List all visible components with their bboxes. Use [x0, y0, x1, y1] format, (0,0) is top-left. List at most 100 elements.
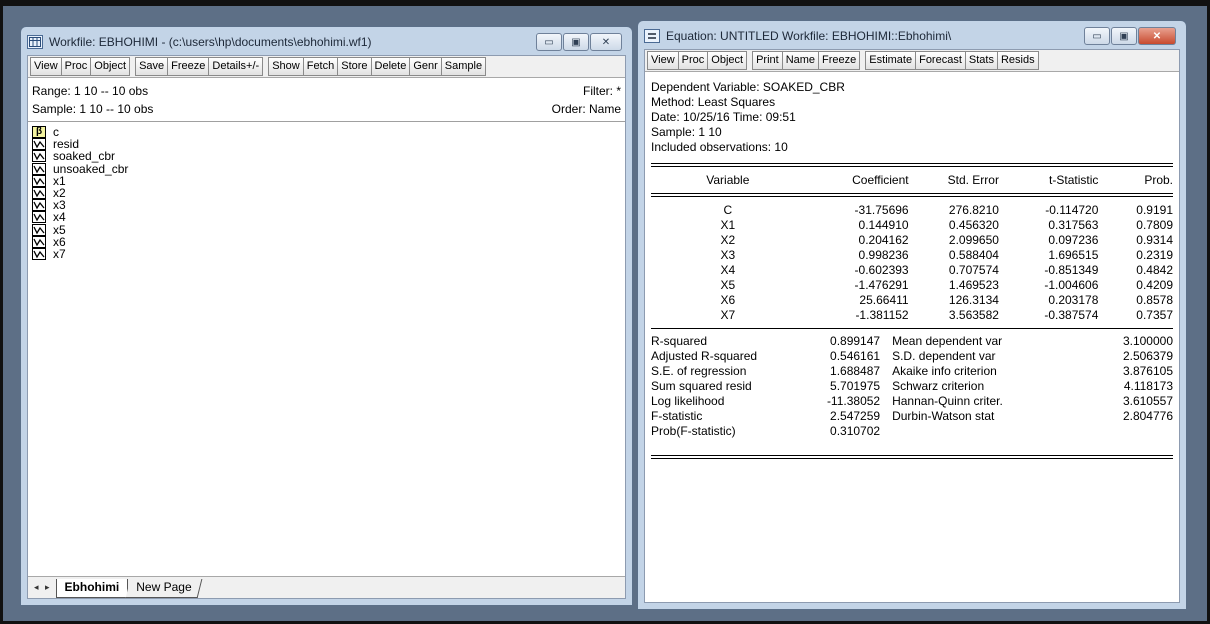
series-icon	[32, 211, 46, 224]
delete-button[interactable]: Delete	[370, 57, 411, 76]
workfile-title: Workfile: EBHOHIMI - (c:\users\hp\docume…	[49, 35, 372, 49]
order-text[interactable]: Order: Name	[552, 100, 621, 118]
coefficient-cell: -1.476291	[854, 278, 909, 292]
summary-statistics-table: R-squared 0.899147 Mean dependent var 3.100…	[651, 334, 1173, 439]
coefficient-cell: 0.317563	[1048, 218, 1099, 232]
estimate-button[interactable]: Estimate	[865, 51, 917, 70]
print-button[interactable]: Print	[752, 51, 783, 70]
coefficient-vector-icon: β	[32, 126, 46, 139]
workfile-object-x1[interactable]: x1	[32, 174, 621, 187]
minimize-button[interactable]: ▭	[1084, 27, 1110, 45]
column-header: Variable	[706, 172, 750, 187]
object-name: x3	[53, 198, 66, 213]
statistic-row: Sum squared resid 5.701975 Schwarz criteri…	[651, 379, 1173, 394]
workfile-object-x7[interactable]: x7	[32, 246, 621, 261]
coefficient-rows: C -31.75696 276.8210 -0.114720 0.9191 X1 0.144…	[651, 203, 1173, 323]
tab-scroll-arrows-icon[interactable]: ◂ ▸	[34, 582, 52, 593]
workfile-object-x5[interactable]: x5	[32, 223, 621, 236]
coefficient-row: X5 -1.476291 1.469523 -1.004606 0.4209	[651, 278, 1173, 293]
fetch-button[interactable]: Fetch	[302, 57, 339, 76]
save-button[interactable]: Save	[135, 57, 169, 76]
variable-name: X1	[720, 218, 736, 232]
freeze-button[interactable]: Freeze	[818, 51, 861, 70]
coefficient-cell: 0.097236	[1048, 233, 1099, 247]
coefficient-cell: -0.851349	[1044, 263, 1099, 277]
coefficient-cell: -0.114720	[1045, 203, 1099, 217]
object-name: x7	[53, 246, 66, 261]
close-button[interactable]: ✕	[590, 33, 622, 51]
series-icon	[32, 247, 46, 260]
resids-button[interactable]: Resids	[996, 51, 1039, 70]
statistic-value: 5.701975	[830, 379, 881, 393]
view-button[interactable]: View	[30, 57, 62, 76]
sample-button[interactable]: Sample	[440, 57, 487, 76]
series-icon	[32, 174, 46, 187]
workfile-object-resid[interactable]: resid	[32, 138, 621, 151]
column-header: Prob.	[1144, 172, 1173, 187]
store-button[interactable]: Store	[337, 57, 372, 76]
sample-text[interactable]: Sample: 1 10 -- 10 obs	[32, 100, 153, 118]
coefficient-header-row: Variable Coefficient Std. Error t-Statis…	[651, 167, 1173, 193]
statistic-label: S.E. of regression	[651, 364, 747, 378]
coefficient-cell: -31.75696	[854, 203, 909, 217]
forecast-button[interactable]: Forecast	[915, 51, 966, 70]
maximize-button[interactable]: ▣	[1111, 27, 1137, 45]
coefficient-cell: 1.469523	[948, 278, 999, 292]
workfile-object-x2[interactable]: x2	[32, 187, 621, 200]
proc-button[interactable]: Proc	[677, 51, 709, 70]
series-icon	[32, 199, 46, 212]
dependent-variable-line: Dependent Variable: SOAKED_CBR	[651, 80, 845, 94]
equation-titlebar[interactable]: Equation: UNTITLED Workfile: EBHOHIMI::E…	[644, 25, 1180, 47]
stats-button[interactable]: Stats	[964, 51, 998, 70]
tab-new-page-label: New Page	[136, 580, 192, 594]
workfile-titlebar[interactable]: Workfile: EBHOHIMI - (c:\users\hp\docume…	[27, 31, 626, 53]
statistic-label: F-statistic	[651, 409, 703, 423]
statistic-label: Mean dependent var	[892, 334, 1003, 348]
workfile-object-x4[interactable]: x4	[32, 210, 621, 225]
object-button[interactable]: Object	[90, 57, 131, 76]
object-name: unsoaked_cbr	[53, 161, 129, 176]
series-icon	[32, 162, 46, 175]
minimize-button[interactable]: ▭	[536, 33, 562, 51]
object-name: x4	[53, 210, 66, 225]
series-icon	[32, 150, 46, 163]
observations-line: Included observations: 10	[651, 140, 788, 154]
estimation-header: Dependent Variable: SOAKED_CBR Method: L…	[651, 80, 1173, 155]
statistic-label: S.D. dependent var	[892, 349, 996, 363]
estimation-output: Dependent Variable: SOAKED_CBR Method: L…	[645, 72, 1179, 459]
coefficient-cell: 0.456320	[948, 218, 999, 232]
name-button[interactable]: Name	[781, 51, 820, 70]
range-text[interactable]: Range: 1 10 -- 10 obs	[32, 82, 148, 100]
divider	[651, 193, 1173, 197]
filter-text[interactable]: Filter: *	[583, 82, 621, 100]
coefficient-cell: 2.099650	[948, 233, 999, 247]
statistic-label: Adjusted R-squared	[651, 349, 758, 363]
workfile-object-x3[interactable]: x3	[32, 198, 621, 213]
coefficient-row: X3 0.998236 0.588404 1.696515 0.2319	[651, 248, 1173, 263]
proc-button[interactable]: Proc	[60, 57, 92, 76]
statistic-value: 2.547259	[830, 409, 881, 423]
tab-new-page[interactable]: New Page	[125, 579, 203, 598]
coefficient-cell: 0.998236	[858, 248, 909, 262]
details-button[interactable]: Details+/-	[208, 57, 264, 76]
view-button[interactable]: View	[647, 51, 679, 70]
maximize-button[interactable]: ▣	[563, 33, 589, 51]
freeze-button[interactable]: Freeze	[167, 57, 210, 76]
coefficient-cell: 0.7809	[1136, 218, 1173, 232]
variable-name: X2	[720, 233, 736, 247]
close-button[interactable]: ✕	[1138, 27, 1176, 45]
workfile-object-x6[interactable]: x6	[32, 235, 621, 248]
workfile-object-unsoaked_cbr[interactable]: unsoaked_cbr	[32, 161, 621, 176]
workfile-object-soaked_cbr[interactable]: soaked_cbr	[32, 150, 621, 163]
genr-button[interactable]: Genr	[409, 57, 442, 76]
coefficient-cell: 0.4842	[1136, 263, 1173, 277]
sample-line: Sample: 1 10	[651, 125, 722, 139]
show-button[interactable]: Show	[268, 57, 304, 76]
statistic-label: Schwarz criterion	[892, 379, 985, 393]
statistic-label: Log likelihood	[651, 394, 725, 408]
object-button[interactable]: Object	[707, 51, 748, 70]
statistic-row: Adjusted R-squared 0.546161 S.D. dependent…	[651, 349, 1173, 364]
tab-ebhohimi[interactable]: Ebhohimi	[55, 579, 129, 598]
column-header: Coefficient	[852, 172, 909, 187]
workfile-object-c[interactable]: βc	[32, 126, 621, 139]
